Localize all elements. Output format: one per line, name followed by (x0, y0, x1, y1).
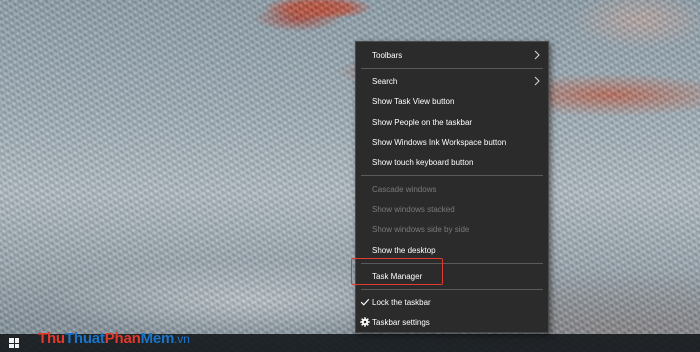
watermark-part: Thuat (64, 330, 105, 347)
menu-item-taskbar-settings[interactable]: Taskbar settings (356, 313, 548, 331)
menu-separator (361, 263, 543, 264)
menu-item-lock-taskbar[interactable]: Lock the taskbar (356, 293, 548, 311)
menu-item-label: Show Windows Ink Workspace button (372, 137, 507, 147)
menu-item-label: Toolbars (372, 50, 403, 60)
watermark-part: Phan (104, 330, 141, 347)
menu-item-task-manager[interactable]: Task Manager (356, 267, 548, 285)
desktop-background: ThuThuatPhanMem.vn Toolbars Search Show … (0, 0, 700, 352)
menu-item-show-desktop[interactable]: Show the desktop (356, 241, 548, 259)
menu-item-label: Search (372, 76, 398, 86)
gear-icon (360, 317, 370, 327)
menu-item-label: Show windows side by side (372, 224, 470, 234)
menu-item-label: Lock the taskbar (372, 297, 431, 307)
menu-item-label: Cascade windows (372, 184, 437, 194)
site-watermark: ThuThuatPhanMem.vn (38, 330, 190, 347)
taskbar-context-menu: Toolbars Search Show Task View button Sh… (355, 41, 549, 333)
menu-separator (361, 289, 543, 290)
menu-separator (361, 175, 543, 176)
menu-item-label: Show People on the taskbar (372, 117, 473, 127)
menu-item-windows-stacked: Show windows stacked (356, 200, 548, 218)
menu-item-label: Show touch keyboard button (372, 157, 474, 167)
menu-item-label: Taskbar settings (372, 317, 430, 327)
checkmark-icon (360, 298, 370, 306)
menu-item-label: Task Manager (372, 271, 423, 281)
menu-item-show-task-view[interactable]: Show Task View button (356, 92, 548, 110)
chevron-right-icon (534, 76, 540, 86)
menu-item-label: Show Task View button (372, 96, 455, 106)
wallpaper-texture (0, 0, 700, 352)
menu-item-windows-side-by-side: Show windows side by side (356, 220, 548, 238)
menu-item-search[interactable]: Search (356, 72, 548, 90)
watermark-part: .vn (174, 332, 190, 346)
menu-item-label: Show windows stacked (372, 204, 455, 214)
menu-item-toolbars[interactable]: Toolbars (356, 46, 548, 64)
menu-item-show-people[interactable]: Show People on the taskbar (356, 113, 548, 131)
menu-item-show-ink-workspace[interactable]: Show Windows Ink Workspace button (356, 133, 548, 151)
menu-separator (361, 68, 543, 69)
chevron-right-icon (534, 50, 540, 60)
watermark-part: Thu (38, 330, 65, 347)
watermark-part: Mem (140, 330, 175, 347)
menu-item-cascade-windows: Cascade windows (356, 180, 548, 198)
start-button[interactable] (0, 334, 28, 352)
menu-item-show-touch-keyboard[interactable]: Show touch keyboard button (356, 153, 548, 171)
menu-item-label: Show the desktop (372, 245, 436, 255)
windows-logo-icon (9, 338, 19, 348)
